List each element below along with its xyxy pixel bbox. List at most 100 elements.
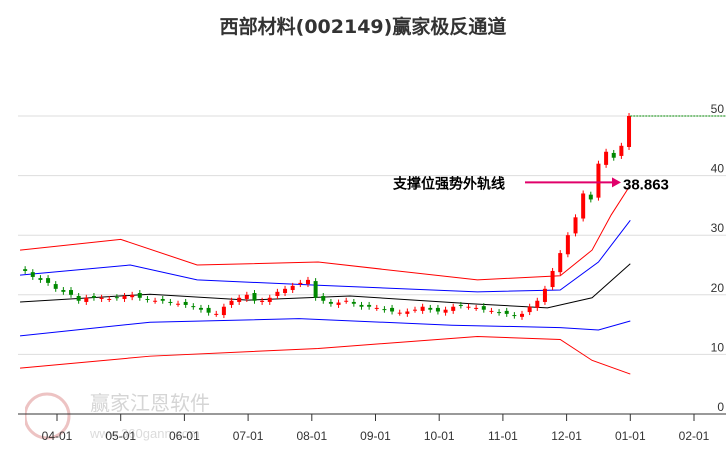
candle-body — [122, 295, 127, 299]
annotation-arrowhead — [612, 177, 621, 188]
candle-body — [53, 284, 58, 289]
candle-body — [527, 306, 532, 313]
candle-body — [145, 298, 150, 300]
annotation-label: 支撑位强势外轨线 — [392, 175, 505, 192]
candle-body — [565, 235, 570, 255]
candle-body — [91, 295, 96, 298]
candle-body — [535, 300, 540, 308]
candle-body — [489, 310, 494, 312]
x-tick-label: 07-01 — [233, 429, 264, 443]
x-tick-label: 01-01 — [615, 429, 646, 443]
x-tick-label: 11-01 — [488, 429, 518, 443]
y-tick-label: 50 — [711, 102, 725, 116]
plot-area: 0 10 20 30 40 50 04-01 05-01 06-01 07-01 08-01 09-0… — [18, 102, 726, 443]
candle-body — [214, 313, 219, 315]
candle-body — [504, 310, 509, 314]
candle-body — [466, 306, 471, 308]
candle-body — [420, 306, 425, 311]
candle-body — [275, 291, 280, 296]
candle-body — [206, 307, 211, 313]
candle-body — [497, 312, 502, 314]
candle-body — [390, 307, 395, 312]
y-tick-label: 20 — [711, 281, 725, 295]
candle-body — [596, 163, 601, 198]
candle-body — [99, 297, 104, 299]
candle-body — [443, 309, 448, 313]
candle-body — [344, 300, 349, 302]
candle-body — [435, 307, 440, 312]
candle-body — [107, 298, 112, 300]
candle-body — [267, 297, 272, 302]
chart-container: 西部材料(002149)赢家极反通道 赢家江恩软件 www.360gann.co… — [0, 0, 726, 450]
candle-body — [38, 278, 43, 280]
candle-body — [252, 293, 257, 301]
candle-body — [305, 279, 310, 285]
candle-body — [573, 217, 578, 234]
candle-body — [558, 253, 563, 273]
candle-body — [412, 309, 417, 311]
candle-body — [367, 304, 372, 307]
candle-body — [46, 278, 51, 283]
candle-body — [198, 307, 203, 310]
x-tick-label: 02-01 — [679, 429, 710, 443]
candle-body — [221, 306, 226, 316]
candle-body — [474, 307, 479, 309]
candle-body — [627, 116, 632, 147]
x-tick-label: 05-01 — [105, 429, 136, 443]
candle-body — [428, 307, 433, 310]
candle-body — [237, 297, 242, 302]
candle-body — [298, 282, 303, 285]
y-tick-label: 10 — [711, 340, 725, 354]
candle-body — [183, 301, 188, 305]
candle-body — [359, 304, 364, 307]
band-line-lower-outer — [20, 336, 631, 375]
candle-body — [619, 145, 624, 156]
x-tick-label: 09-01 — [360, 429, 391, 443]
band-line-lower-inner — [20, 318, 631, 337]
candle-body — [581, 193, 586, 219]
y-tick-label: 30 — [711, 221, 725, 235]
candle-body — [611, 152, 616, 158]
candle-body — [542, 288, 547, 302]
candle-body — [512, 315, 517, 317]
candle-body — [283, 288, 288, 294]
band-line-upper-inner — [20, 219, 631, 293]
candle-body — [130, 294, 135, 298]
annotation-value: 38.863 — [623, 176, 669, 193]
candle-body — [458, 304, 463, 306]
candle-body — [191, 306, 196, 308]
x-tick-label: 12-01 — [551, 429, 582, 443]
candle-body — [23, 269, 28, 271]
candle-body — [229, 300, 234, 305]
candle-body — [405, 311, 410, 314]
candle-body — [397, 312, 402, 314]
x-tick-label: 06-01 — [169, 429, 200, 443]
x-tick-label: 08-01 — [296, 429, 327, 443]
y-tick-label: 40 — [711, 162, 725, 176]
band-line-upper-outer — [20, 184, 631, 281]
candle-body — [176, 303, 181, 305]
x-tick-label: 04-01 — [42, 429, 73, 443]
candle-body — [604, 151, 609, 165]
candle-body — [351, 301, 356, 304]
candle-body — [76, 295, 81, 301]
candle-body — [61, 290, 66, 292]
candle-body — [550, 270, 555, 288]
candle-body — [588, 194, 593, 200]
candle-body — [84, 297, 89, 302]
candle-body — [244, 294, 249, 299]
candle-body — [481, 306, 486, 310]
candle-body — [328, 301, 333, 304]
candle-body — [313, 281, 318, 298]
candle-body — [374, 307, 379, 309]
candle-body — [451, 306, 456, 311]
candle-body — [260, 300, 265, 302]
candle-body — [114, 297, 119, 299]
candle-body — [382, 309, 387, 311]
candle-body — [168, 301, 173, 303]
candle-body — [137, 293, 142, 298]
candle-body — [69, 290, 74, 295]
candle-body — [336, 302, 341, 305]
y-tick-label: 0 — [717, 400, 724, 414]
candle-body — [321, 295, 326, 301]
